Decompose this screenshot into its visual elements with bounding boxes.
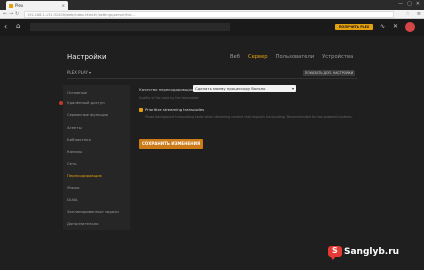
sidebar-item-remote-access[interactable]: Удалённый доступ (67, 100, 105, 105)
sidebar-item-languages[interactable]: Языки (67, 185, 79, 190)
sidebar-item-network[interactable]: Сеть (67, 161, 76, 166)
minimize-icon[interactable]: — (398, 1, 403, 7)
search-input[interactable] (30, 23, 230, 31)
sidebar-item-services[interactable]: Сервисные функции (67, 112, 108, 117)
avatar[interactable] (405, 22, 415, 32)
back-icon[interactable]: ← (3, 11, 7, 17)
settings-tools-icon[interactable]: ✕ (393, 23, 398, 30)
transcoder-quality-value: Сделать моему процессору больно (195, 86, 266, 91)
sidebar-item-agents[interactable]: Агенты (67, 125, 82, 130)
url-input[interactable]: 192.168.1.131:32400/web/index.html#!/set… (24, 11, 394, 18)
transcoder-quality-select[interactable]: Сделать моему процессору больно ▾ (193, 85, 296, 92)
server-selector[interactable]: PLEX PLAY ▾ (67, 70, 91, 75)
browser-menu-icon[interactable]: ≡ (417, 11, 421, 17)
sidebar-item-library[interactable]: Библиотека (67, 137, 91, 142)
transcoder-quality-label: Качество перекодировщика (139, 87, 196, 92)
sidebar-item-scheduled-tasks[interactable]: Запланированные задачи (67, 209, 119, 214)
warning-icon (59, 101, 63, 105)
save-changes-button[interactable]: СОХРАНИТЬ ИЗМЕНЕНИЯ (139, 139, 203, 149)
tab-web[interactable]: Веб (230, 54, 240, 60)
tab-users[interactable]: Пользователи (276, 54, 315, 60)
sidebar-item-dlna[interactable]: DLNA (67, 197, 77, 202)
tab-devices[interactable]: Устройства (322, 54, 353, 60)
home-icon[interactable]: ⌂ (16, 22, 20, 30)
throttle-checkbox[interactable] (139, 108, 143, 112)
throttle-hint: Pause background transcoding tasks when … (145, 115, 353, 119)
tab-close-icon[interactable]: × (62, 3, 65, 8)
sanglyb-logo-icon: S (328, 246, 342, 260)
sidebar-item-transcoder[interactable]: Перекодировщик (67, 173, 102, 178)
screen: Plex × — ▢ ✕ ← → ↻ 192.168.1.131:32400/w… (0, 0, 424, 270)
app-topbar: ‹ ⌂ ПОЛУЧИТЬ PLEX PASS ∿ ✕ (0, 19, 424, 36)
close-window-icon[interactable]: ✕ (416, 1, 420, 7)
plex-favicon-icon (9, 3, 13, 8)
tab-title: Plex (15, 3, 24, 8)
sidebar-item-general[interactable]: Основные (67, 90, 87, 95)
quality-hint: Quality of the code by the transcoder (139, 96, 199, 100)
chevron-down-icon: ▾ (291, 86, 294, 91)
maximize-icon[interactable]: ▢ (407, 1, 412, 7)
sidebar-item-advanced[interactable]: Дополнительно (67, 221, 99, 226)
bookmark-star-icon[interactable]: ☆ (406, 11, 410, 17)
settings-sidebar: Основные Удалённый доступ Сервисные функ… (63, 85, 130, 230)
tab-server[interactable]: Сервер (248, 54, 268, 60)
settings-tabs: Веб Сервер Пользователи Устройства (230, 54, 353, 60)
header-divider (67, 78, 357, 79)
watermark-text: Sanglyb.ru (344, 247, 400, 257)
get-plex-pass-button[interactable]: ПОЛУЧИТЬ PLEX PASS (335, 24, 373, 35)
browser-tabstrip: Plex × — ▢ ✕ (0, 0, 424, 10)
show-advanced-button[interactable]: ПОКАЗАТЬ ДОП. НАСТРОЙКИ (303, 70, 355, 76)
throttle-label: Prioritize streaming transcodes (145, 107, 205, 112)
page-title: Настройки (67, 53, 107, 61)
back-arrow-icon[interactable]: ‹ (4, 22, 7, 31)
sidebar-item-channels[interactable]: Каналы (67, 149, 82, 154)
address-bar: ← → ↻ 192.168.1.131:32400/web/index.html… (0, 10, 424, 19)
reload-icon[interactable]: ↻ (15, 11, 19, 17)
window-controls: — ▢ ✕ (398, 1, 420, 7)
browser-tab[interactable]: Plex × (6, 1, 68, 10)
forward-icon[interactable]: → (9, 11, 13, 17)
activity-icon[interactable]: ∿ (380, 23, 385, 30)
